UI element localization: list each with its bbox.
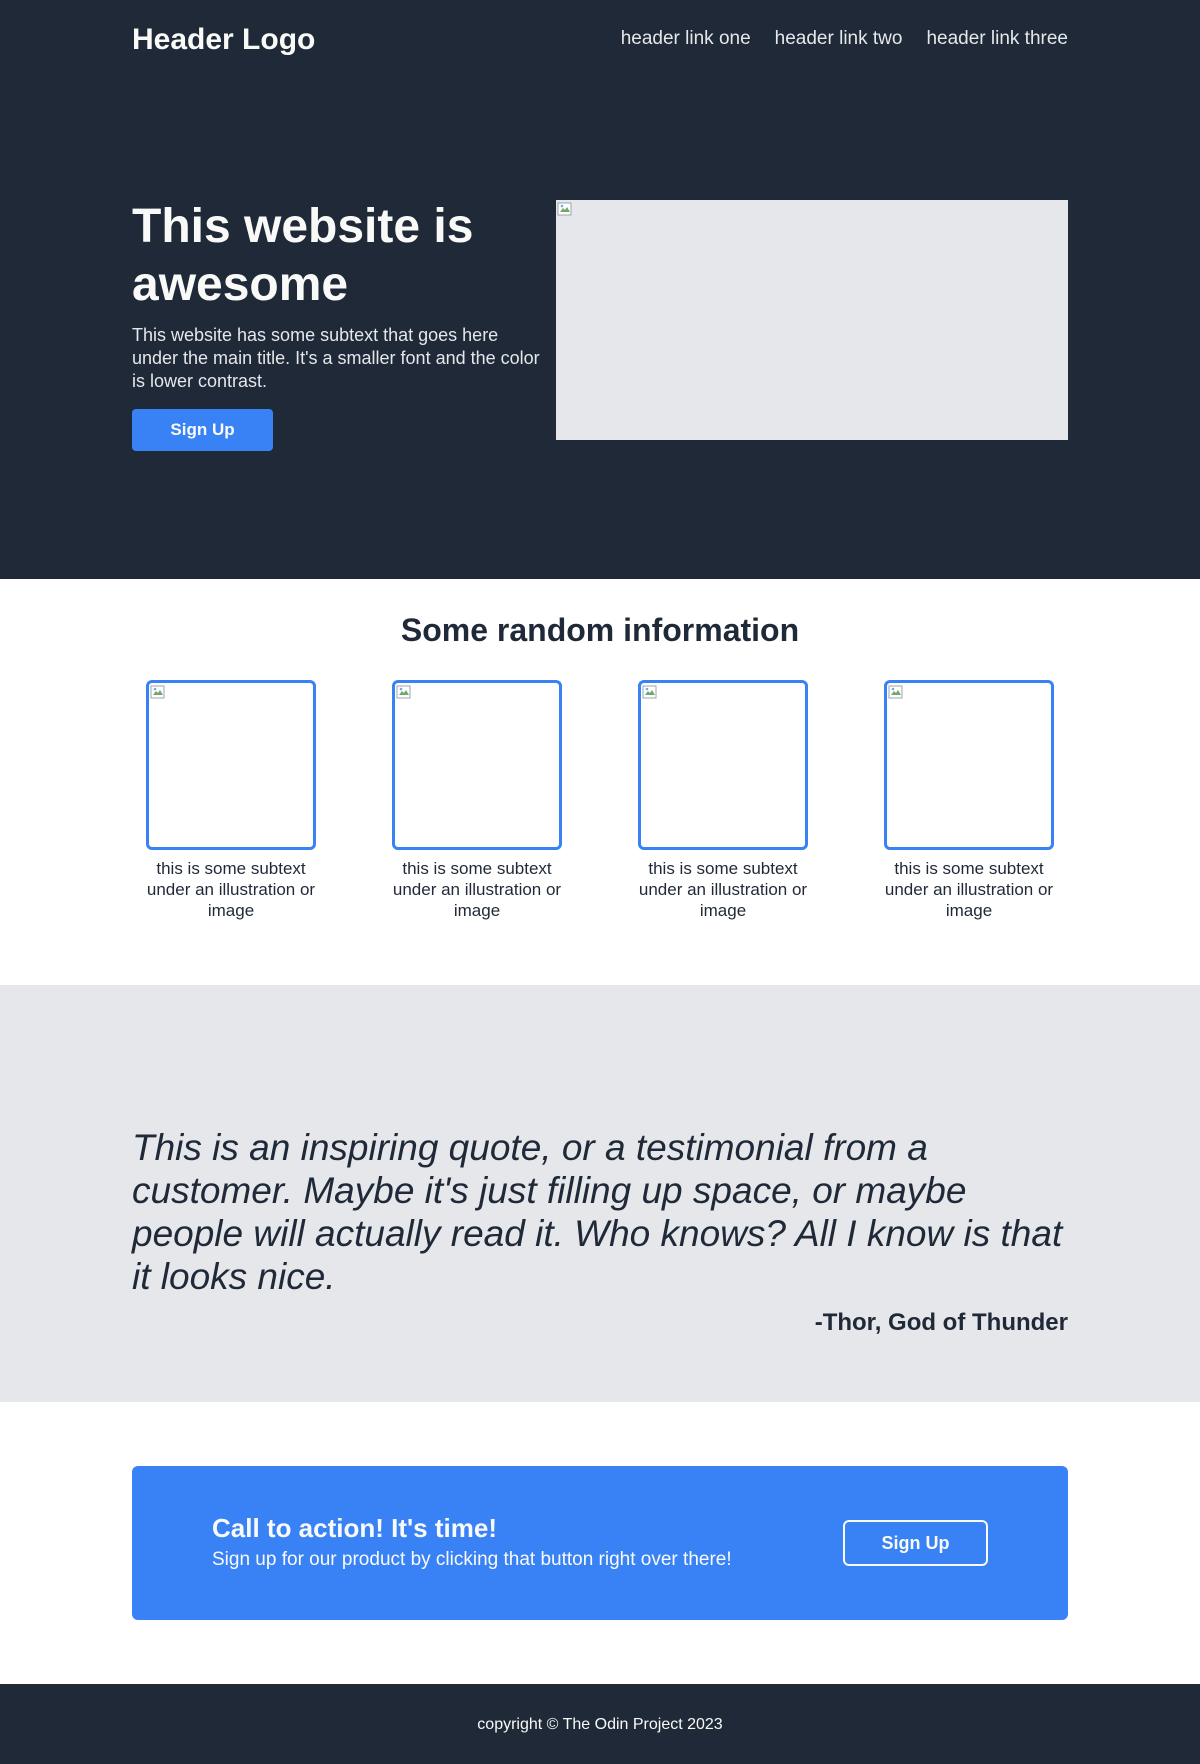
info-card: this is some subtext under an illustrati… bbox=[623, 680, 823, 921]
broken-image-icon bbox=[642, 685, 657, 699]
card-subtext: this is some subtext under an illustrati… bbox=[146, 859, 316, 920]
footer-copyright: copyright © The Odin Project 2023 bbox=[477, 1716, 723, 1733]
landing-page: Header Logo header link one header link … bbox=[0, 0, 1200, 1764]
info-card: this is some subtext under an illustrati… bbox=[869, 680, 1069, 921]
broken-image-icon bbox=[888, 685, 903, 699]
header-link-three[interactable]: header link three bbox=[926, 26, 1068, 52]
card-subtext: this is some subtext under an illustrati… bbox=[884, 859, 1054, 920]
hero-image-placeholder bbox=[556, 200, 1068, 440]
info-card: this is some subtext under an illustrati… bbox=[131, 680, 331, 921]
hero-title: This website is awesome bbox=[132, 200, 474, 311]
cta-title: Call to action! It's time! bbox=[212, 1513, 497, 1543]
header-link-two[interactable]: header link two bbox=[775, 26, 903, 52]
broken-image-icon bbox=[557, 202, 572, 216]
hero-subtext: This website has some subtext that goes … bbox=[132, 325, 540, 391]
broken-image-icon bbox=[150, 685, 165, 699]
cta-signup-button[interactable]: Sign Up bbox=[843, 1520, 988, 1566]
info-card: this is some subtext under an illustrati… bbox=[377, 680, 577, 921]
quote-text: This is an inspiring quote, or a testimo… bbox=[132, 1127, 1063, 1297]
card-image-placeholder bbox=[638, 680, 808, 850]
header-nav: header link one header link two header l… bbox=[621, 26, 1068, 52]
quote-author: -Thor, God of Thunder bbox=[814, 1309, 1068, 1336]
cta-subtext: Sign up for our product by clicking that… bbox=[212, 1549, 732, 1570]
card-image-placeholder bbox=[884, 680, 1054, 850]
footer: copyright © The Odin Project 2023 bbox=[0, 1684, 1200, 1764]
card-image-placeholder bbox=[392, 680, 562, 850]
card-image-placeholder bbox=[146, 680, 316, 850]
hero-signup-button[interactable]: Sign Up bbox=[132, 409, 273, 451]
header-link-one[interactable]: header link one bbox=[621, 26, 751, 52]
header-hero-section: Header Logo header link one header link … bbox=[0, 0, 1200, 579]
broken-image-icon bbox=[396, 685, 411, 699]
info-section-title: Some random information bbox=[400, 612, 800, 648]
header-logo[interactable]: Header Logo bbox=[132, 20, 315, 60]
card-subtext: this is some subtext under an illustrati… bbox=[638, 859, 808, 920]
card-subtext: this is some subtext under an illustrati… bbox=[392, 859, 562, 920]
call-to-action-box: Call to action! It's time! Sign up for o… bbox=[132, 1466, 1068, 1620]
